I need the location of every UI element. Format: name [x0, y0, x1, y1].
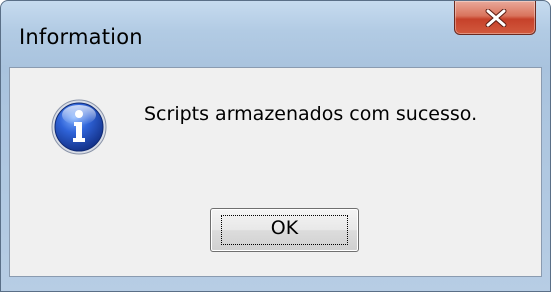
- close-icon: [485, 9, 507, 27]
- window-title: Information: [19, 25, 143, 49]
- ok-button-label: OK: [270, 217, 299, 239]
- dialog-message: Scripts armazenados com sucesso.: [144, 103, 478, 125]
- title-bar[interactable]: Information: [1, 1, 550, 67]
- dialog-content: Scripts armazenados com sucesso. OK: [9, 67, 542, 277]
- information-icon: [51, 99, 107, 155]
- close-button[interactable]: [454, 1, 536, 35]
- message-box-window: Information Scripts armazenados com suce…: [0, 0, 551, 292]
- ok-button[interactable]: OK: [210, 208, 359, 252]
